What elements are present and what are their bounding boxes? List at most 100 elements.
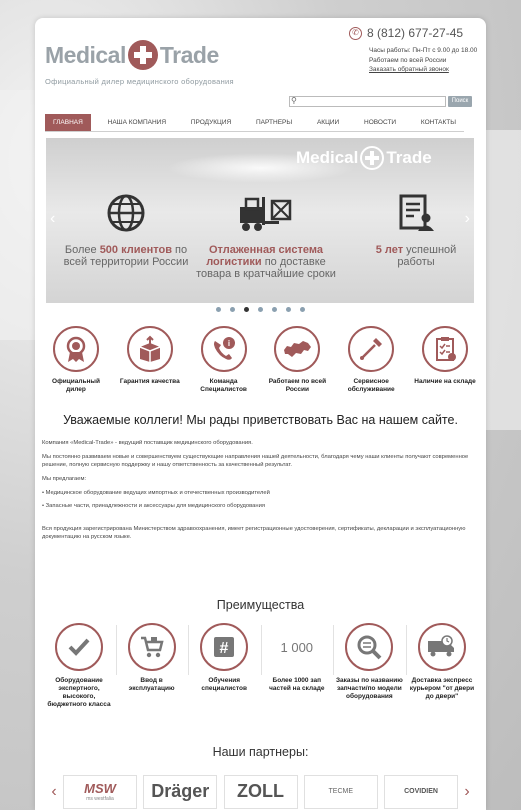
partner-name: MSW [84, 781, 116, 796]
page-container: Medical Trade Официальный дилер медицинс… [35, 18, 486, 810]
welcome-heading: Уважаемые коллеги! Мы рады приветствоват… [63, 413, 458, 427]
callback-link[interactable]: Заказать обратный звонок [369, 66, 449, 73]
feature-text-clients: Более 500 клиентов по всей территории Ро… [63, 244, 189, 268]
advantage-express-delivery: Доставка экспресс курьером "от двери до … [405, 623, 476, 709]
nav-item-home[interactable]: ГЛАВНАЯ [45, 114, 91, 131]
slider-prev-arrow[interactable]: ‹ [50, 210, 55, 228]
offer-bullet-1: • Медицинское оборудование ведущих импор… [42, 490, 270, 496]
partner-name: ZOLL [237, 781, 284, 801]
medical-cross-icon [360, 146, 385, 170]
nav-item-partners[interactable]: ПАРТНЕРЫ [248, 114, 300, 131]
phone-block: ✆ 8 (812) 677-27-45 [349, 26, 463, 40]
svg-text:#: # [220, 640, 229, 657]
nav-item-promotions[interactable]: АКЦИИ [309, 114, 347, 131]
document-person-icon [399, 194, 434, 231]
advantages-heading: Преимущества [216, 598, 305, 612]
feature-label: Гарантия качества [119, 378, 180, 385]
feature-label: Работаем по всей России [268, 378, 327, 393]
support-icon: i [213, 337, 235, 360]
advantage-label: Заказы по названию запчасти/по модели об… [335, 677, 403, 700]
logo-text-left: Medical [45, 41, 126, 68]
slider-dot[interactable] [230, 307, 235, 312]
main-nav: ГЛАВНАЯ НАША КОМПАНИЯ ПРОДУКЦИЯ ПАРТНЕРЫ… [45, 114, 464, 132]
partner-name: COVIDIEN [404, 788, 438, 795]
features-icon-row: Официальный дилер Гарантия качества i Ко… [45, 326, 476, 394]
search-input[interactable] [289, 96, 446, 107]
intro-paragraph-2: Мы постоянно развиваем новые и совершенс… [42, 454, 469, 468]
search-button[interactable]: Поиск [448, 96, 472, 107]
hash-icon: # [214, 637, 235, 657]
offer-bullet-2: • Запасные части, принадлежности и аксес… [42, 503, 265, 509]
nav-item-products[interactable]: ПРОДУКЦИЯ [183, 114, 239, 131]
feature-official-dealer[interactable]: Официальный дилер [45, 326, 107, 394]
hero-slider: Medical Trade ‹ › Более 500 клиентов по … [46, 138, 474, 303]
slide-logo: Medical Trade [296, 146, 432, 170]
slider-dot[interactable] [272, 307, 277, 312]
working-hours: Часы работы: Пн-Пт с 9.00 до 18.00 Работ… [369, 46, 477, 66]
badge-icon [66, 336, 86, 362]
partner-logo-drager[interactable]: Dräger [143, 774, 218, 809]
partner-logo-zoll[interactable]: ZOLL [223, 774, 298, 809]
phone-number[interactable]: 8 (812) 677-27-45 [367, 26, 463, 40]
advantage-spare-parts: 1 000 Более 1000 зап частей на складе [260, 623, 331, 709]
intro-paragraph-1: Компания «Medical-Trade» - ведущий поста… [42, 440, 253, 446]
slider-dot[interactable] [300, 307, 305, 312]
nav-item-company[interactable]: НАША КОМПАНИЯ [100, 114, 174, 131]
feature-specialists-team[interactable]: i Команда Специалистов [193, 326, 255, 394]
globe-icon [107, 194, 145, 232]
partners-heading: Наши партнеры: [212, 745, 309, 759]
slider-dot[interactable] [244, 307, 249, 312]
advantage-label: Оборудование экспертного, высокого, бюдж… [47, 677, 111, 708]
feature-label: Команда Специалистов [200, 378, 247, 393]
feature-text-logistics: Отлаженная система логистики по доставке… [196, 244, 336, 280]
feature-quality-guarantee[interactable]: Гарантия качества [119, 326, 181, 394]
checklist-icon [435, 337, 456, 361]
site-logo[interactable]: Medical Trade [45, 40, 219, 70]
nav-item-news[interactable]: НОВОСТИ [356, 114, 404, 131]
partner-name: Dräger [151, 781, 210, 801]
advantage-commissioning: Ввод в эксплуатацию [115, 623, 186, 709]
slider-dot[interactable] [216, 307, 221, 312]
slider-dot[interactable] [258, 307, 263, 312]
medical-cross-icon [127, 40, 158, 70]
search-icon: ⚲ [291, 96, 297, 105]
advantages-row: Оборудование экспертного, высокого, бюдж… [45, 623, 476, 709]
search-icon [357, 635, 382, 660]
feature-label: Официальный дилер [52, 378, 100, 393]
slide-logo-right: Trade [386, 148, 432, 167]
advantage-training: # Обучения специалистов [188, 623, 258, 709]
feature-label: Сервисное обслуживание [347, 378, 395, 393]
feature-service[interactable]: Сервисное обслуживание [340, 326, 402, 394]
feature-label: Наличие на складе [414, 378, 476, 385]
partner-logo-tecme[interactable]: TECME [303, 774, 378, 809]
cart-icon [140, 636, 164, 658]
advantage-label: Ввод в эксплуатацию [128, 677, 175, 692]
hours-line-2: Работаем по всей России [369, 57, 447, 64]
nav-item-contacts[interactable]: КОНТАКТЫ [413, 114, 464, 131]
box-icon [139, 335, 161, 362]
partner-logo-msw[interactable]: MSW ms westfalia [63, 774, 137, 809]
forklift-icon [240, 197, 292, 231]
feature-text-years: 5 лет успешной работы [375, 244, 457, 268]
hours-line-1: Часы работы: Пн-Пт с 9.00 до 18.00 [369, 47, 478, 54]
partners-next-arrow[interactable]: › [458, 783, 476, 801]
feature-all-russia[interactable]: Работаем по всей России [266, 326, 328, 394]
advantage-label: Доставка экспресс курьером "от двери до … [409, 677, 475, 700]
svg-text:i: i [227, 339, 229, 348]
partner-subtitle: ms westfalia [86, 796, 114, 802]
advantage-equipment-class: Оборудование экспертного, высокого, бюдж… [45, 623, 113, 709]
tagline: Официальный дилер медицинского оборудова… [45, 77, 234, 86]
screwdriver-icon [360, 338, 383, 360]
check-icon [68, 638, 90, 656]
phone-icon: ✆ [349, 26, 362, 40]
slide-feature-clients: Более 500 клиентов по всей территории Ро… [56, 193, 196, 268]
feature-in-stock[interactable]: Наличие на складе [414, 326, 476, 394]
number-icon: 1 000 [280, 639, 314, 655]
partner-logo-covidien[interactable]: COVIDIEN [384, 774, 458, 809]
partners-prev-arrow[interactable]: ‹ [45, 783, 63, 801]
logo-text-right: Trade [159, 41, 219, 68]
russia-map-icon [284, 341, 312, 357]
intro-paragraph-3: Мы предлагаем: [42, 476, 87, 482]
slider-dot[interactable] [286, 307, 291, 312]
slider-dots [35, 307, 486, 312]
